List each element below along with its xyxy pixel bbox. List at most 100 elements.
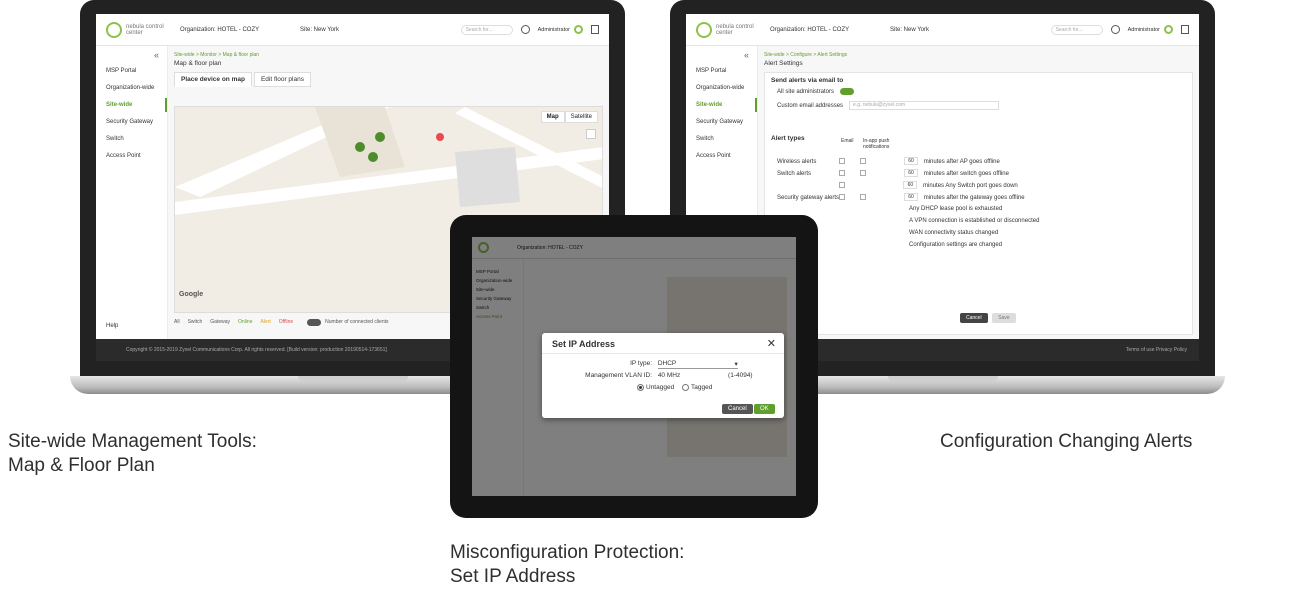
- sidebar-item-switch[interactable]: Switch: [686, 130, 757, 147]
- tagged-radio[interactable]: [682, 384, 690, 391]
- sidebar-item-org[interactable]: Organization-wide: [686, 79, 757, 96]
- email-checkbox[interactable]: [838, 194, 845, 200]
- ok-button[interactable]: OK: [754, 404, 775, 414]
- tag-radios: Untagged Tagged: [637, 384, 712, 391]
- avatar[interactable]: [574, 25, 583, 34]
- legend-all[interactable]: All: [174, 319, 180, 325]
- minutes-input[interactable]: 60: [903, 181, 918, 189]
- chevron-down-icon: ▾: [734, 361, 738, 368]
- google-logo: Google: [179, 291, 204, 298]
- topbar: nebula control center Organization: HOTE…: [686, 14, 1199, 46]
- email-checkbox[interactable]: [838, 170, 845, 176]
- ip-type-select[interactable]: DHCP ▾: [657, 360, 738, 369]
- caption-center-line2: Set IP Address: [450, 566, 576, 587]
- extra-alert: Any DHCP lease pool is exhausted: [909, 206, 1003, 212]
- legend-gateway[interactable]: Gateway: [210, 319, 230, 325]
- ip-type-row: IP type: DHCP ▾: [572, 360, 738, 369]
- custom-email-label: Custom email addresses: [777, 103, 844, 110]
- untagged-radio[interactable]: [637, 384, 644, 391]
- vlan-range: (1-4094): [728, 372, 753, 379]
- breadcrumb[interactable]: Site-wide > Monitor > Map & floor plan: [168, 46, 609, 58]
- footer-links[interactable]: Terms of use Privacy Policy: [1126, 347, 1187, 353]
- site-selector[interactable]: Site: New York: [300, 27, 440, 33]
- breadcrumb[interactable]: Site-wide > Configure > Alert Settings: [758, 46, 1199, 58]
- minutes-input[interactable]: 60: [904, 157, 919, 165]
- nebula-logo-icon: [106, 21, 122, 38]
- alert-desc: minutes Any Switch port goes down: [923, 182, 1018, 189]
- tablet: Organization: HOTEL - COZY MSP Portal Or…: [450, 215, 818, 518]
- alert-row: Switch alerts 60 minutes after switch go…: [777, 169, 1009, 177]
- all-admins-toggle[interactable]: [840, 88, 855, 95]
- legend-alert[interactable]: Alert: [260, 319, 270, 325]
- push-checkbox[interactable]: [860, 170, 867, 176]
- vlan-input[interactable]: 40 MHz: [658, 372, 680, 379]
- minutes-input[interactable]: 60: [904, 193, 919, 201]
- legend-offline[interactable]: Offline: [279, 319, 293, 325]
- caption-left: Site-wide Management Tools: Map & Floor …: [8, 430, 257, 478]
- caption-center-line1: Misconfiguration Protection:: [450, 542, 685, 563]
- email-checkbox[interactable]: [838, 182, 845, 188]
- sidebar-item-switch[interactable]: Switch: [96, 130, 167, 147]
- sidebar-item-ap[interactable]: Access Point: [686, 147, 757, 164]
- page-title: Alert Settings: [764, 60, 803, 67]
- save-button[interactable]: Save: [992, 313, 1016, 323]
- extra-alert: Configuration settings are changed: [909, 242, 1003, 248]
- close-icon[interactable]: ✕: [767, 337, 776, 350]
- caption-right: Configuration Changing Alerts: [940, 431, 1193, 452]
- admin-label[interactable]: Administrator: [1128, 27, 1160, 33]
- site-selector[interactable]: Site: New York: [890, 27, 1030, 33]
- custom-email-row: Custom email addresses e.g. nebula@zyxel.…: [777, 101, 1000, 110]
- help-link[interactable]: Help: [106, 323, 118, 329]
- map-tabs: Place device on map Edit floor plans: [174, 72, 609, 87]
- alerts-main: Site-wide > Configure > Alert Settings A…: [758, 46, 1199, 339]
- sidebar-item-org[interactable]: Organization-wide: [96, 79, 167, 96]
- collapse-icon[interactable]: «: [96, 46, 167, 62]
- client-count-badge: [307, 318, 322, 326]
- legend-switch[interactable]: Switch: [188, 319, 203, 325]
- map-type-switch: Map Satellite: [540, 111, 598, 123]
- alert-label: Switch alerts: [777, 170, 812, 177]
- org-selector[interactable]: Organization: HOTEL - COZY: [180, 27, 300, 33]
- cancel-button[interactable]: Cancel: [722, 404, 753, 414]
- sidebar-item-site[interactable]: Site-wide: [96, 96, 167, 113]
- set-ip-modal: Set IP Address ✕ IP type: DHCP ▾ Manageme…: [542, 333, 784, 418]
- sidebar: « MSP Portal Organization-wide Site-wide…: [96, 46, 168, 339]
- sidebar-item-msp[interactable]: MSP Portal: [686, 62, 757, 79]
- sidebar-item-site[interactable]: Site-wide: [686, 96, 757, 113]
- legend-online[interactable]: Online: [238, 319, 252, 325]
- help-icon[interactable]: [1110, 25, 1120, 34]
- collapse-icon[interactable]: «: [686, 46, 757, 62]
- logout-icon[interactable]: [1181, 25, 1189, 34]
- untagged-label: Untagged: [646, 384, 675, 392]
- avatar[interactable]: [1164, 25, 1173, 34]
- alert-label: Security gateway alerts: [777, 194, 840, 201]
- fullscreen-icon[interactable]: [586, 129, 596, 139]
- tab-edit-floor[interactable]: Edit floor plans: [253, 72, 311, 87]
- help-icon[interactable]: [520, 25, 530, 34]
- cancel-button[interactable]: Cancel: [960, 313, 988, 323]
- divider: [542, 353, 784, 354]
- search-input[interactable]: Search for...: [1050, 24, 1103, 35]
- map-streets: [175, 107, 602, 227]
- all-admins-label: All site administrators: [777, 89, 835, 96]
- logout-icon[interactable]: [591, 25, 599, 34]
- sidebar-item-gateway[interactable]: Security Gateway: [96, 113, 167, 130]
- satellite-button[interactable]: Satellite: [564, 111, 598, 123]
- push-checkbox[interactable]: [860, 194, 867, 200]
- sidebar-item-ap[interactable]: Access Point: [96, 147, 167, 164]
- custom-email-input[interactable]: e.g. nebula@zyxel.com: [849, 101, 1000, 110]
- extra-alert: WAN connectivity status changed: [909, 230, 999, 236]
- email-checkbox[interactable]: [838, 158, 845, 164]
- admin-label[interactable]: Administrator: [538, 27, 570, 33]
- minutes-input[interactable]: 60: [904, 169, 919, 177]
- sidebar-item-gateway[interactable]: Security Gateway: [686, 113, 757, 130]
- map-button[interactable]: Map: [540, 111, 565, 123]
- copyright: Copyright © 2015-2019 Zyxel Communicatio…: [126, 347, 387, 353]
- push-checkbox[interactable]: [860, 158, 867, 164]
- tab-place-device[interactable]: Place device on map: [174, 72, 252, 87]
- ip-type-label: IP type:: [630, 360, 652, 367]
- brand: nebula control center: [126, 23, 164, 36]
- sidebar-item-msp[interactable]: MSP Portal: [96, 62, 167, 79]
- org-selector[interactable]: Organization: HOTEL - COZY: [770, 27, 890, 33]
- search-input[interactable]: Search for...: [460, 24, 513, 35]
